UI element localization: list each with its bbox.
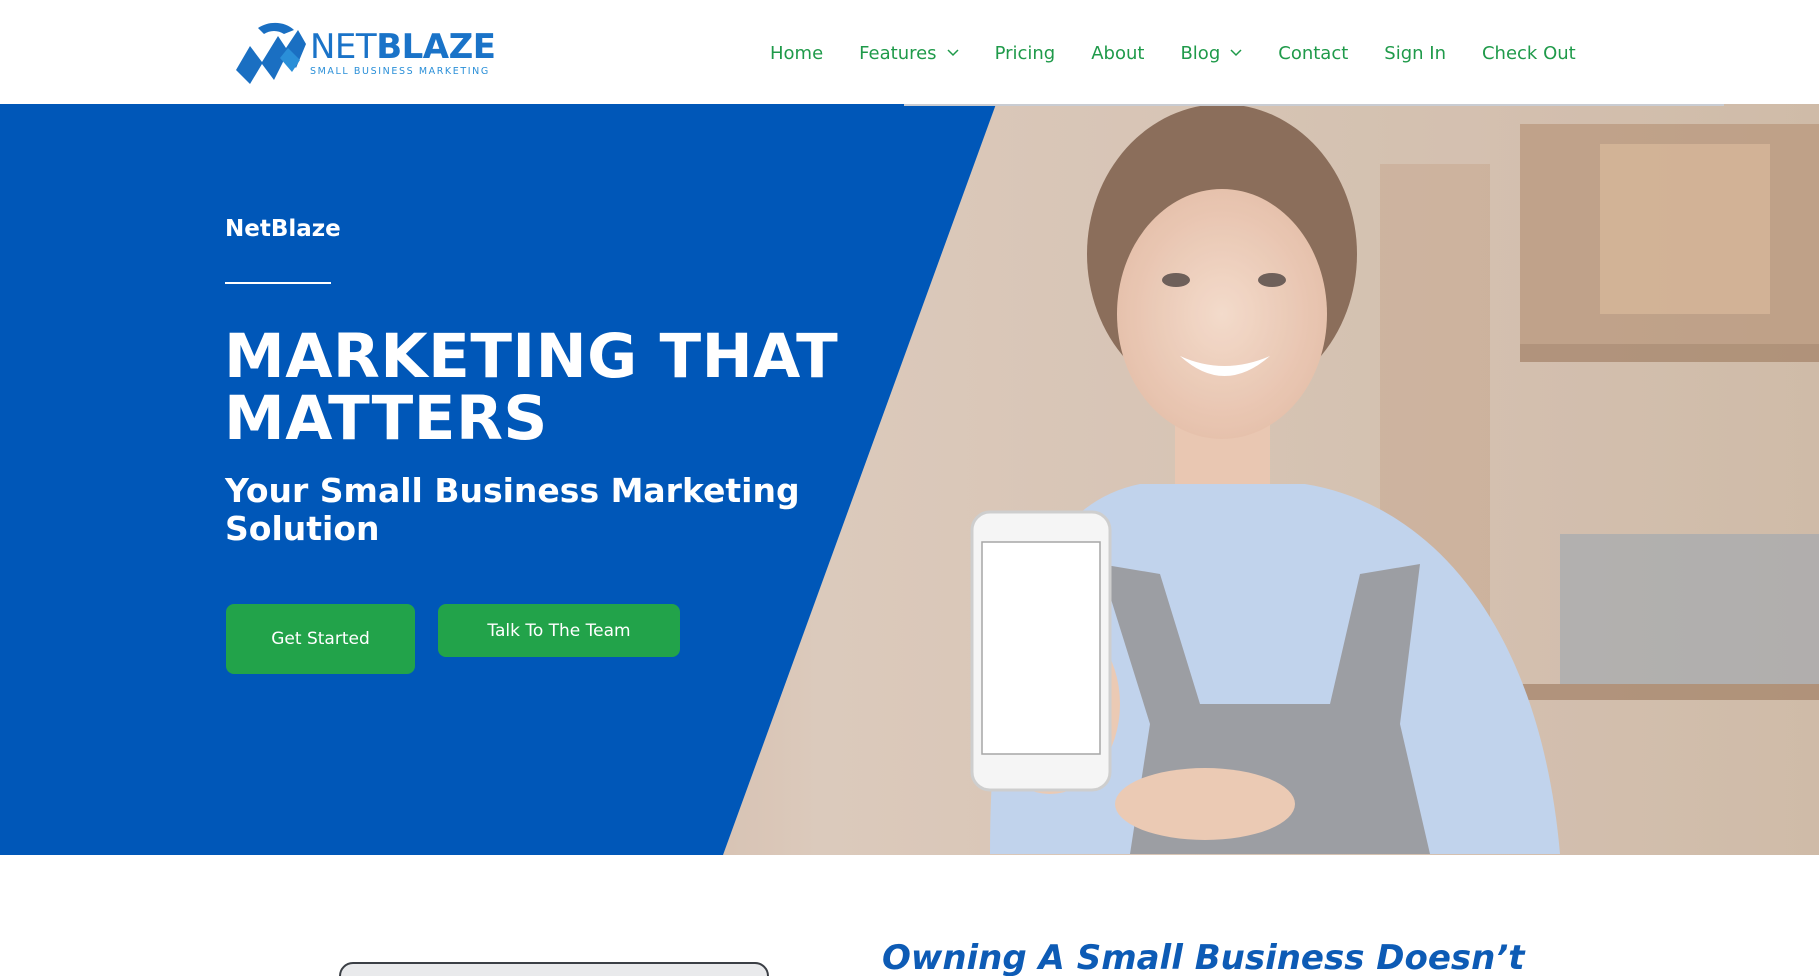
nav-item-pricing[interactable]: Pricing	[995, 43, 1056, 64]
brand-logo[interactable]: NETBLAZE SMALL BUSINESS MARKETING	[228, 18, 498, 88]
hero-top-divider	[904, 104, 1724, 106]
device-mockup-image	[339, 962, 769, 976]
chevron-down-icon	[1230, 49, 1242, 57]
main-nav: Home Features Pricing About Blog Contact…	[770, 36, 1576, 70]
nav-item-label: Pricing	[994, 42, 1056, 64]
get-started-button[interactable]: Get Started	[226, 604, 415, 674]
nav-item-label: Check Out	[1481, 42, 1576, 64]
nav-item-features[interactable]: Features	[859, 42, 959, 64]
nav-item-label: About	[1091, 42, 1145, 64]
hero-kicker: NetBlaze	[225, 216, 341, 242]
site-header: NETBLAZE SMALL BUSINESS MARKETING Home F…	[0, 0, 1819, 104]
brand-name-part2: BLAZE	[376, 26, 496, 67]
netblaze-logo-icon	[236, 22, 306, 84]
hero-headline: MARKETING THAT MATTERS	[224, 321, 839, 454]
brand-name-part1: NET	[310, 26, 377, 67]
intro-heading: Owning A Small Business Doesn’t	[882, 938, 1525, 976]
nav-item-label: Features	[859, 42, 937, 64]
nav-item-home[interactable]: Home	[770, 43, 823, 64]
talk-to-team-button[interactable]: Talk To The Team	[438, 604, 680, 657]
nav-item-sign-in[interactable]: Sign In	[1384, 43, 1446, 64]
nav-item-blog[interactable]: Blog	[1180, 43, 1242, 64]
nav-item-label: Home	[770, 42, 824, 64]
brand-tagline: SMALL BUSINESS MARKETING	[310, 65, 490, 77]
nav-item-about[interactable]: About	[1091, 43, 1144, 64]
hero-kicker-divider	[225, 282, 331, 284]
hero-section: NetBlaze MARKETING THAT MATTERS Your Sma…	[0, 104, 1819, 855]
nav-item-label: Blog	[1180, 42, 1221, 64]
nav-item-check-out[interactable]: Check Out	[1482, 43, 1576, 64]
nav-item-label: Sign In	[1384, 42, 1446, 64]
hero-subheadline: Your Small Business Marketing Solution	[225, 471, 800, 548]
brand-wordmark: NETBLAZE SMALL BUSINESS MARKETING	[310, 26, 496, 77]
brand-name: NETBLAZE	[310, 26, 496, 67]
chevron-down-icon	[947, 49, 959, 57]
nav-item-label: Contact	[1278, 42, 1349, 64]
nav-item-contact[interactable]: Contact	[1278, 43, 1348, 64]
